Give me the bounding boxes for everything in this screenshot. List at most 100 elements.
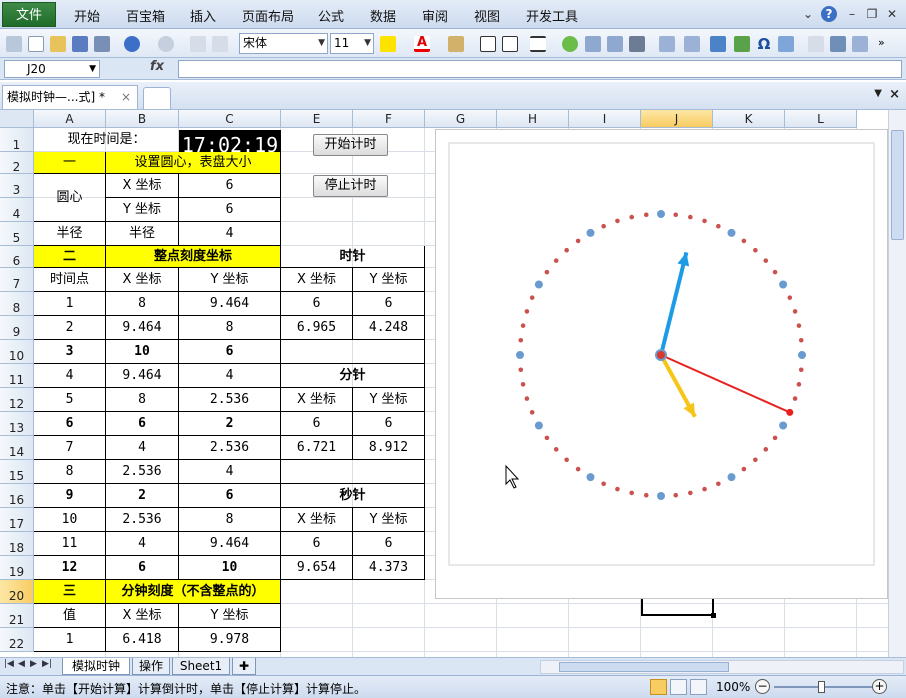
y-coord-header[interactable]: Y 坐标 xyxy=(179,268,281,292)
start-timer-button[interactable]: 开始计时 xyxy=(313,134,388,156)
row-header-14[interactable]: 14 xyxy=(0,436,34,460)
name-box[interactable]: J20 ▼ xyxy=(4,60,100,78)
hour-tick-time[interactable]: 2 xyxy=(34,316,106,340)
omega-symbol-icon[interactable]: Ω xyxy=(756,36,772,52)
row-header-22[interactable]: 22 xyxy=(0,628,34,652)
font-size-select[interactable]: 11 ▼ xyxy=(330,33,374,54)
minute-hand-y1[interactable]: 6 xyxy=(353,412,425,436)
empty-cell[interactable] xyxy=(281,340,425,364)
clock-chart[interactable] xyxy=(435,129,888,599)
page-break-view-icon[interactable] xyxy=(690,679,707,695)
column-header-a[interactable]: A xyxy=(34,110,106,128)
y-coord-header[interactable]: Y 坐标 xyxy=(353,508,425,532)
undo-icon[interactable] xyxy=(124,36,140,52)
help-icon[interactable]: ? xyxy=(821,6,837,22)
y-coord-header[interactable]: Y 坐标 xyxy=(353,268,425,292)
row-header-5[interactable]: 5 xyxy=(0,222,34,246)
form-icon[interactable] xyxy=(585,36,601,52)
align-icon[interactable] xyxy=(530,36,546,52)
x-coord-header[interactable]: X 坐标 xyxy=(106,604,179,628)
column-header-b[interactable]: B xyxy=(106,110,179,128)
minimize-icon[interactable]: – xyxy=(844,6,860,22)
menu-home[interactable]: 开始 xyxy=(74,6,100,25)
zoom-out-icon[interactable]: − xyxy=(755,679,770,694)
row-header-6[interactable]: 6 xyxy=(0,246,34,268)
fill-color-icon[interactable] xyxy=(380,36,396,52)
menu-formulas[interactable]: 公式 xyxy=(318,6,344,25)
minute-hand-x1[interactable]: 6 xyxy=(281,412,353,436)
y-coord-header[interactable]: Y 坐标 xyxy=(353,388,425,412)
menu-view[interactable]: 视图 xyxy=(474,6,500,25)
print-preview-icon[interactable] xyxy=(212,36,228,52)
print-icon[interactable] xyxy=(830,36,846,52)
zoom-in-icon[interactable]: + xyxy=(872,679,887,694)
grid-icon[interactable] xyxy=(607,36,623,52)
document-tab[interactable]: 模拟时钟—...式] * × xyxy=(2,85,138,109)
hour-tick-x[interactable]: 10 xyxy=(106,340,179,364)
email-icon[interactable] xyxy=(852,36,868,52)
hour-tick-y[interactable]: 2 xyxy=(179,412,281,436)
spreadsheet-grid[interactable]: A B C E F G H I J K L 1 2 3 4 5 6 7 8 9 10 11 12 13 14 15 16 17 18 19… xyxy=(0,110,888,657)
copy-icon[interactable] xyxy=(190,36,206,52)
hour-hand-x1[interactable]: 6 xyxy=(281,292,353,316)
column-header-g[interactable]: G xyxy=(425,110,497,128)
first-sheet-icon[interactable]: |◀ xyxy=(4,659,14,669)
hour-tick-y[interactable]: 8 xyxy=(179,508,281,532)
last-sheet-icon[interactable]: ▶| xyxy=(42,659,52,669)
row-header-10[interactable]: 10 xyxy=(0,340,34,364)
center-y-value[interactable]: 6 xyxy=(179,198,281,222)
zoom-level[interactable]: 100% xyxy=(716,680,750,694)
zoom-slider-handle[interactable] xyxy=(818,681,825,693)
hour-tick-time[interactable]: 9 xyxy=(34,484,106,508)
menu-data[interactable]: 数据 xyxy=(370,6,396,25)
radius-label[interactable]: 半径 xyxy=(106,222,179,246)
sheet-tab-operation[interactable]: 操作 xyxy=(132,658,170,675)
hour-hand-x2[interactable]: 6.965 xyxy=(281,316,353,340)
minute-hand-header[interactable]: 分针 xyxy=(281,364,425,388)
x-coord-label[interactable]: X 坐标 xyxy=(106,174,179,198)
second-hand-y2[interactable]: 4.373 xyxy=(353,556,425,580)
select-all-corner[interactable] xyxy=(0,110,34,128)
hour-tick-y[interactable]: 6 xyxy=(179,484,281,508)
font-name-select[interactable]: 宋体 ▼ xyxy=(239,33,328,54)
minute-hand-y2[interactable]: 8.912 xyxy=(353,436,425,460)
save-as-icon[interactable] xyxy=(94,36,110,52)
hour-tick-x[interactable]: 9.464 xyxy=(106,364,179,388)
hour-tick-time[interactable]: 10 xyxy=(34,508,106,532)
format-painter-icon[interactable] xyxy=(448,36,464,52)
hour-hand-y1[interactable]: 6 xyxy=(353,292,425,316)
minute-hand-x2[interactable]: 6.721 xyxy=(281,436,353,460)
hour-tick-y[interactable]: 9.464 xyxy=(179,532,281,556)
second-hand-header[interactable]: 秒针 xyxy=(281,484,425,508)
formula-input[interactable] xyxy=(178,60,902,78)
scroll-thumb[interactable] xyxy=(559,662,729,672)
insert-sheet-icon[interactable]: ✚ xyxy=(232,658,256,675)
sort-icon[interactable] xyxy=(808,36,824,52)
second-hand-y1[interactable]: 6 xyxy=(353,532,425,556)
next-sheet-icon[interactable]: ▶ xyxy=(30,659,37,669)
hour-tick-y[interactable]: 2.536 xyxy=(179,436,281,460)
column-header-l[interactable]: L xyxy=(785,110,857,128)
x-coord-header[interactable]: X 坐标 xyxy=(281,268,353,292)
restore-icon[interactable]: ❐ xyxy=(864,6,880,22)
vertical-scrollbar[interactable] xyxy=(888,110,906,657)
fill-handle[interactable] xyxy=(711,613,716,618)
value-header[interactable]: 值 xyxy=(34,604,106,628)
section-title[interactable]: 设置圆心，表盘大小 xyxy=(106,152,281,174)
new-tab-button[interactable] xyxy=(143,87,171,109)
close-window-icon[interactable]: × xyxy=(889,87,900,102)
row-header-16[interactable]: 16 xyxy=(0,484,34,508)
camera-icon[interactable] xyxy=(629,36,645,52)
borders-icon[interactable] xyxy=(480,36,496,52)
function-icon[interactable]: fx xyxy=(150,59,164,74)
menu-insert[interactable]: 插入 xyxy=(190,6,216,25)
x-coord-header[interactable]: X 坐标 xyxy=(106,268,179,292)
ribbon-collapse-icon[interactable]: ⌄ xyxy=(800,6,816,22)
row-header-7[interactable]: 7 xyxy=(0,268,34,292)
new-file-icon[interactable] xyxy=(28,36,44,52)
hour-tick-x[interactable]: 8 xyxy=(106,388,179,412)
hour-tick-y[interactable]: 8 xyxy=(179,316,281,340)
row-header-1[interactable]: 1 xyxy=(0,128,34,152)
column-header-f[interactable]: F xyxy=(353,110,425,128)
column-header-j[interactable]: J xyxy=(641,110,713,128)
